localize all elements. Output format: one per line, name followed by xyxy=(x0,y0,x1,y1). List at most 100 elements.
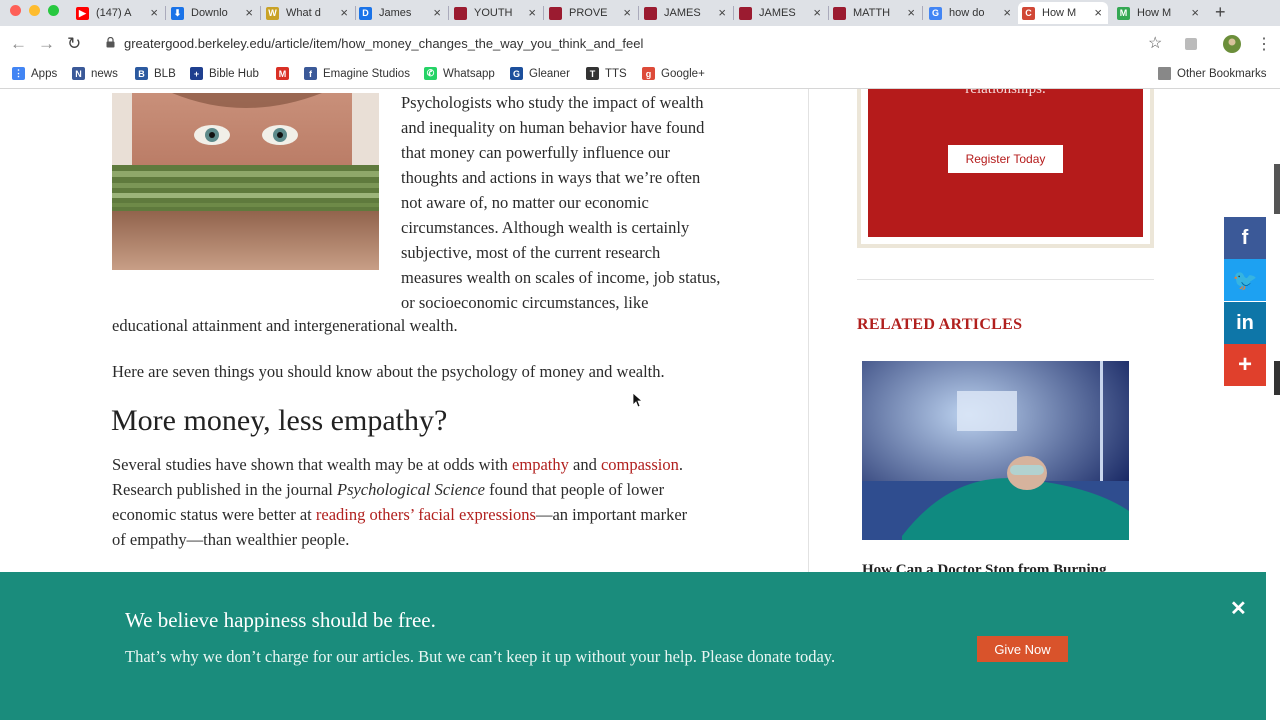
section-heading: More money, less empathy? xyxy=(111,404,448,437)
paragraph-text: . xyxy=(678,455,683,474)
bookmark-label: Google+ xyxy=(661,67,705,80)
close-tab-icon[interactable]: × xyxy=(623,5,631,20)
empathy-link[interactable]: empathy xyxy=(512,455,569,474)
paragraph-line: not aware of, no matter our economic xyxy=(401,193,649,212)
browser-tab[interactable]: JAMES × xyxy=(640,2,732,24)
close-tab-icon[interactable]: × xyxy=(718,5,726,20)
bookmark-item[interactable]: G Gleaner xyxy=(510,67,570,80)
other-bookmarks[interactable]: Other Bookmarks xyxy=(1158,67,1266,80)
bookmark-item[interactable]: ✆ Whatsapp xyxy=(424,67,495,80)
bookmark-item[interactable]: T TTS xyxy=(586,67,627,80)
tab-favicon xyxy=(549,6,562,20)
bookmark-item[interactable]: g Google+ xyxy=(642,67,705,80)
tab-favicon: C xyxy=(1022,6,1035,20)
browser-tab[interactable]: Ghow do × xyxy=(925,2,1017,24)
tab-title: What d xyxy=(286,7,321,19)
lock-icon[interactable] xyxy=(106,37,115,48)
browser-toolbar: ← → ↻ greatergood.berkeley.edu/article/i… xyxy=(0,26,1280,62)
close-tab-icon[interactable]: × xyxy=(433,5,441,20)
bookmark-label: Gleaner xyxy=(529,67,570,80)
browser-tab[interactable]: ⬇ Downlo × xyxy=(167,2,259,24)
browser-tab[interactable]: ▶ (147) A × xyxy=(72,2,164,24)
back-button[interactable]: ← xyxy=(10,34,27,54)
twitter-icon: 🐦 xyxy=(1232,269,1258,292)
address-bar[interactable]: greatergood.berkeley.edu/article/item/ho… xyxy=(124,36,643,51)
forward-button[interactable]: → xyxy=(38,34,55,54)
close-tab-icon[interactable]: × xyxy=(245,5,253,20)
close-icon[interactable]: ✕ xyxy=(1230,596,1247,621)
bookmark-item[interactable]: M xyxy=(276,67,295,80)
article-paragraph-3: Several studies have shown that wealth m… xyxy=(112,452,772,552)
close-tab-icon[interactable]: × xyxy=(150,5,158,20)
sidebar-divider xyxy=(857,279,1154,280)
reload-button[interactable]: ↻ xyxy=(67,34,81,54)
tab-separator xyxy=(543,6,544,20)
close-tab-icon[interactable]: × xyxy=(528,5,536,20)
bookmark-item[interactable]: ⋮ Apps xyxy=(12,67,57,80)
paragraph-text: and xyxy=(568,455,601,474)
twitter-share-button[interactable]: 🐦 xyxy=(1224,259,1266,301)
browser-tab[interactable]: JAMES × xyxy=(735,2,827,24)
facial-expressions-link[interactable]: reading others’ facial expressions xyxy=(316,505,536,524)
close-tab-icon[interactable]: × xyxy=(813,5,821,20)
journal-name: Psychological Science xyxy=(336,480,485,499)
related-article-image[interactable] xyxy=(862,361,1129,540)
extension-icon[interactable] xyxy=(1184,37,1198,51)
maximize-window-icon[interactable] xyxy=(48,5,59,16)
close-tab-icon[interactable]: × xyxy=(1094,5,1102,20)
bookmark-icon: ⋮ xyxy=(12,67,25,80)
tab-title: James xyxy=(379,7,412,19)
paragraph-line: subjective, most of the current research xyxy=(401,243,661,262)
browser-tab[interactable]: D James × xyxy=(355,2,447,24)
bookmark-item[interactable]: Nnews xyxy=(72,67,118,80)
bookmark-star-icon[interactable]: ☆ xyxy=(1148,33,1162,53)
bookmark-label: Whatsapp xyxy=(443,67,495,80)
bookmark-label: Apps xyxy=(31,67,58,80)
give-now-button[interactable]: Give Now xyxy=(977,636,1068,662)
paragraph-text: Several studies have shown that wealth m… xyxy=(112,455,513,474)
scrollbar-thumb[interactable] xyxy=(1274,164,1280,214)
bookmark-item[interactable]: B BLB xyxy=(135,67,176,80)
browser-tab[interactable]: PROVE × xyxy=(545,2,637,24)
close-window-icon[interactable] xyxy=(10,5,21,16)
bookmark-item[interactable]: f Emagine Studios xyxy=(304,67,410,80)
bookmark-icon: M xyxy=(276,67,289,80)
bookmarks-bar: ⋮ Apps Nnews B BLB + Bible Hub Mf Emagine Studio… xyxy=(0,62,1280,89)
compassion-link[interactable]: compassion xyxy=(601,455,679,474)
browser-tab[interactable]: MATTH × xyxy=(829,2,921,24)
bookmark-icon: ✆ xyxy=(424,67,437,80)
folder-icon xyxy=(1158,67,1171,80)
new-tab-button[interactable]: + xyxy=(1215,2,1226,23)
profile-avatar[interactable] xyxy=(1222,34,1242,54)
linkedin-share-button[interactable]: in xyxy=(1224,302,1266,344)
browser-tab[interactable]: YOUTH × xyxy=(450,2,542,24)
tab-title: Downlo xyxy=(191,7,228,19)
browser-tab[interactable]: M How M × xyxy=(1113,2,1205,24)
bookmark-item[interactable]: + Bible Hub xyxy=(190,67,259,80)
close-tab-icon[interactable]: × xyxy=(907,5,915,20)
facebook-icon: f xyxy=(1241,226,1249,249)
tab-title: PROVE xyxy=(569,7,608,19)
more-share-button[interactable]: + xyxy=(1224,344,1266,386)
article-hero-image xyxy=(112,93,379,270)
tab-separator xyxy=(165,6,166,20)
tab-favicon: ⬇ xyxy=(171,6,184,20)
close-tab-icon[interactable]: × xyxy=(1003,5,1011,20)
facebook-share-button[interactable]: f xyxy=(1224,217,1266,259)
browser-tab[interactable]: C How M × xyxy=(1018,2,1108,24)
minimize-window-icon[interactable] xyxy=(29,5,40,16)
close-tab-icon[interactable]: × xyxy=(1191,5,1199,20)
tab-title: How M xyxy=(1042,7,1077,19)
paragraph-line: or socioeconomic circumstances, like xyxy=(401,293,649,312)
event-promo-box: relationships. Register Today xyxy=(857,89,1154,248)
tab-favicon: ▶ xyxy=(76,6,89,20)
paragraph-text: of empathy—than wealthier people. xyxy=(112,530,350,549)
browser-menu-icon[interactable]: ⋮ xyxy=(1256,34,1272,54)
paragraph-line: thoughts and actions in ways that we’re … xyxy=(401,168,701,187)
close-tab-icon[interactable]: × xyxy=(340,5,348,20)
tab-favicon: D xyxy=(359,6,372,20)
register-today-button[interactable]: Register Today xyxy=(948,145,1063,173)
browser-tab[interactable]: W What d × xyxy=(262,2,354,24)
tab-favicon xyxy=(454,6,467,20)
article-paragraph-1: Psychologists who study the impact of we… xyxy=(401,90,720,315)
